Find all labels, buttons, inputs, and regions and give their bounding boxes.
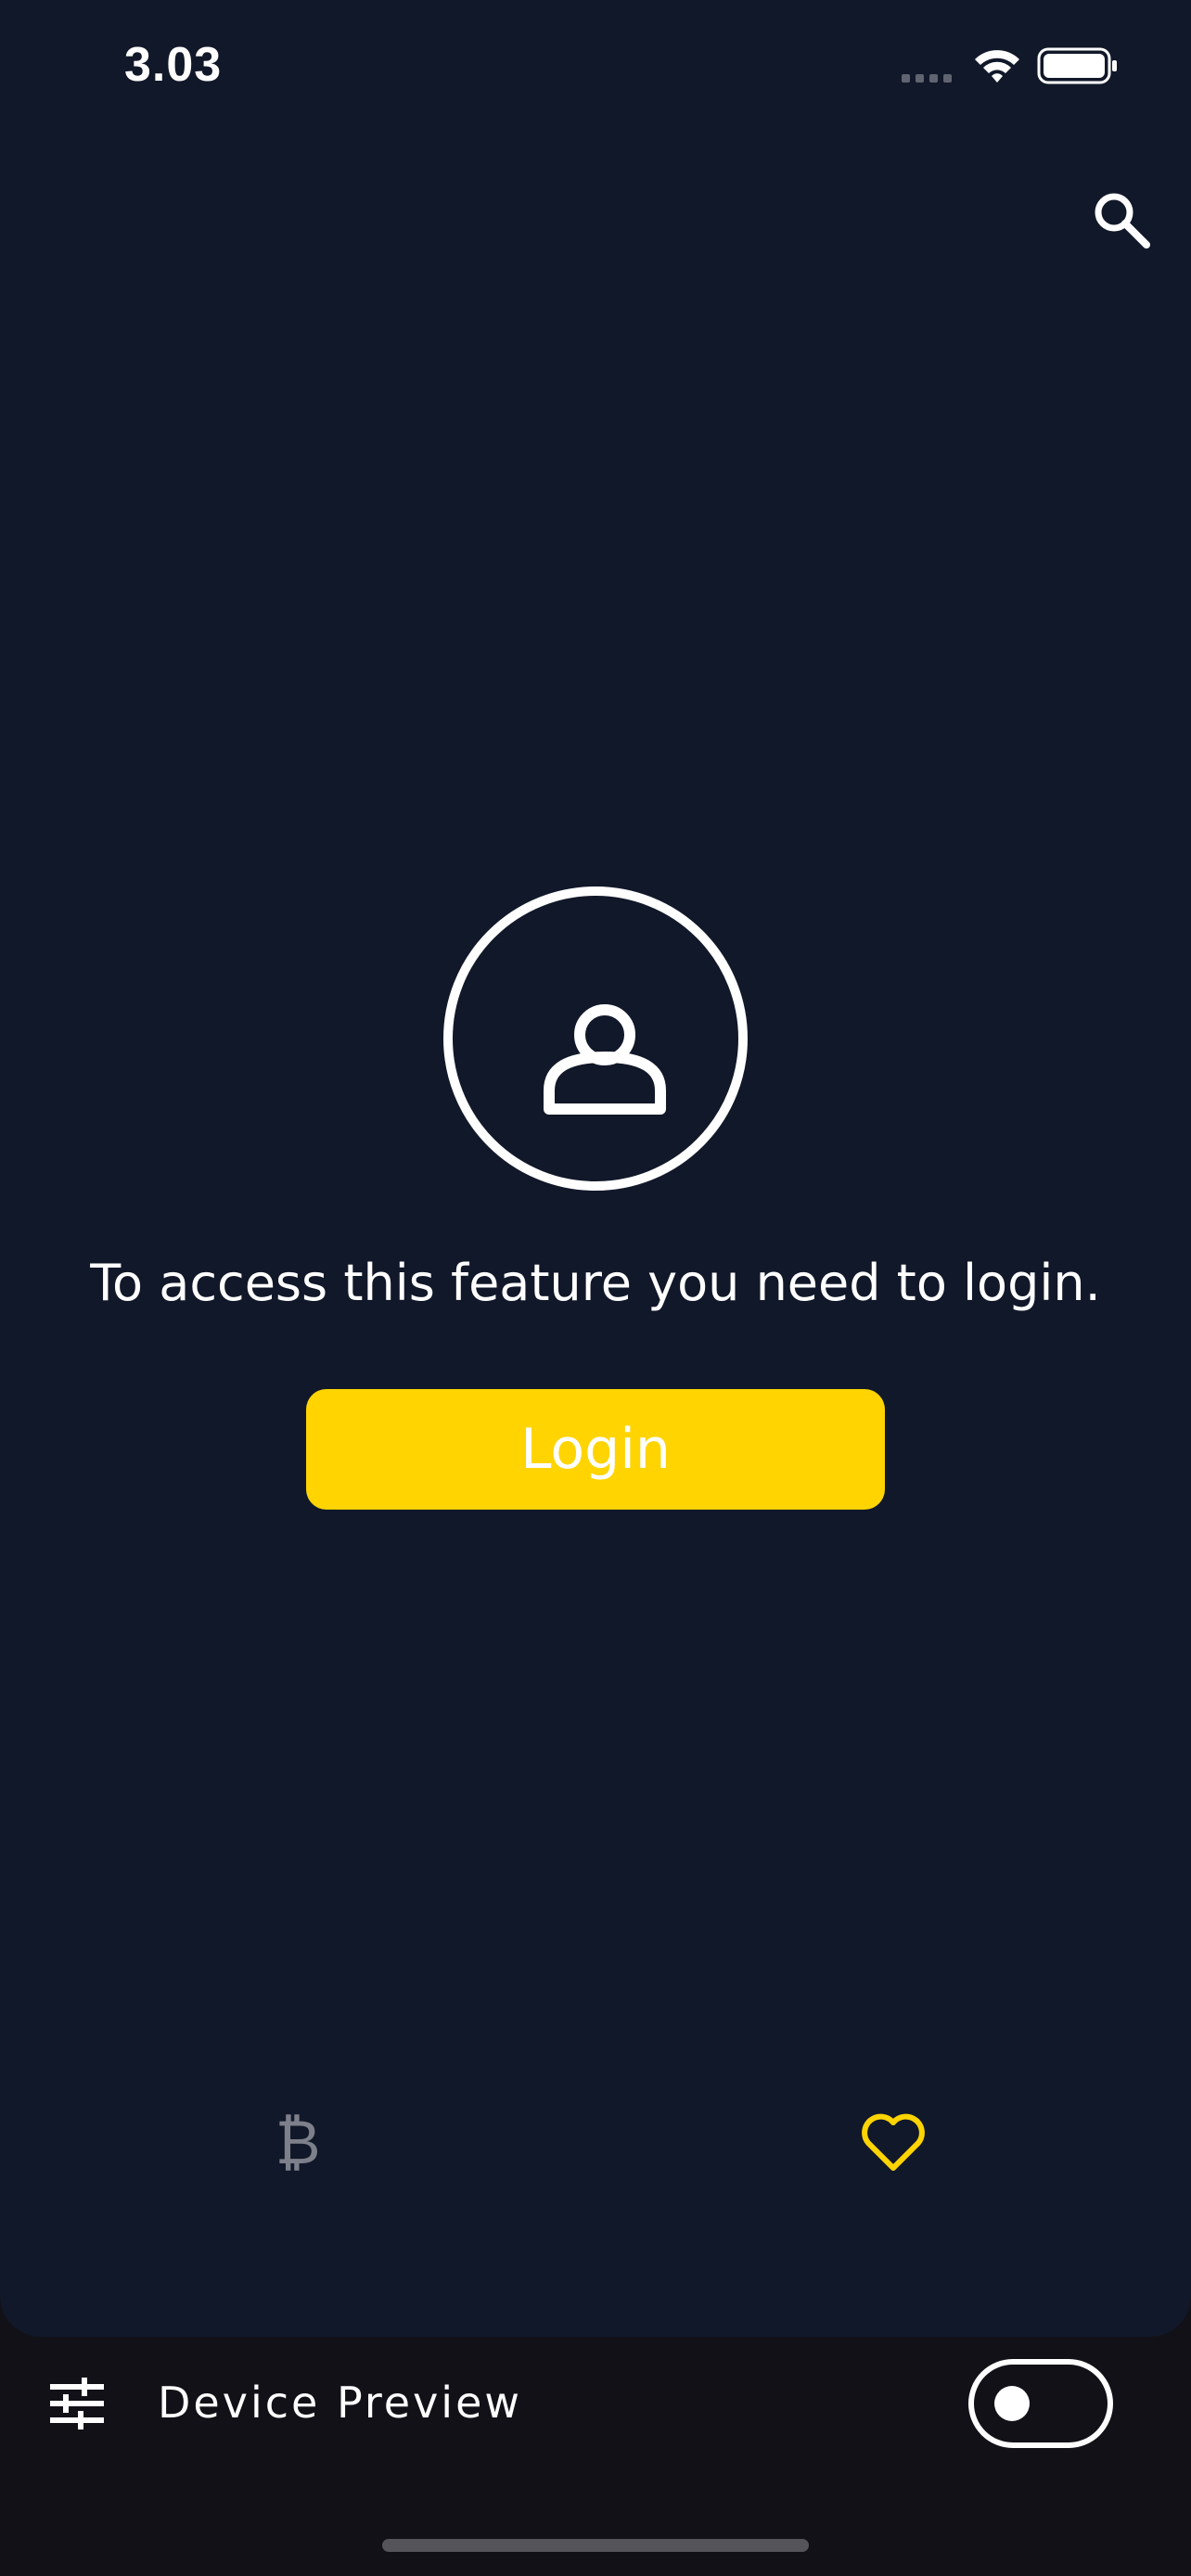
person-icon bbox=[544, 1004, 666, 1115]
status-bar: 3.03 bbox=[0, 0, 1191, 139]
wifi-icon bbox=[975, 50, 1019, 83]
cellular-signal-icon bbox=[902, 74, 952, 83]
device-preview-toggle[interactable] bbox=[968, 2359, 1113, 2448]
bitcoin-icon: ₿ bbox=[275, 2107, 321, 2178]
account-avatar bbox=[443, 886, 748, 1191]
login-button[interactable]: Login bbox=[306, 1389, 885, 1510]
heart-icon[interactable] bbox=[859, 2111, 928, 2175]
search-icon[interactable] bbox=[1091, 189, 1152, 250]
bottom-navigation: ₿ bbox=[0, 2086, 1191, 2198]
status-time: 3.03 bbox=[124, 38, 223, 92]
login-required-message: To access this feature you need to login… bbox=[90, 1254, 1101, 1312]
toggle-knob bbox=[994, 2386, 1030, 2421]
home-indicator bbox=[382, 2539, 809, 2552]
sliders-icon[interactable] bbox=[50, 2378, 104, 2429]
battery-icon bbox=[1037, 47, 1117, 84]
device-preview-label: Device Preview bbox=[158, 2378, 522, 2428]
app-screen: 3.03 To access this feature you need to … bbox=[0, 0, 1191, 2337]
nav-item-markets[interactable]: ₿ bbox=[265, 2111, 330, 2175]
